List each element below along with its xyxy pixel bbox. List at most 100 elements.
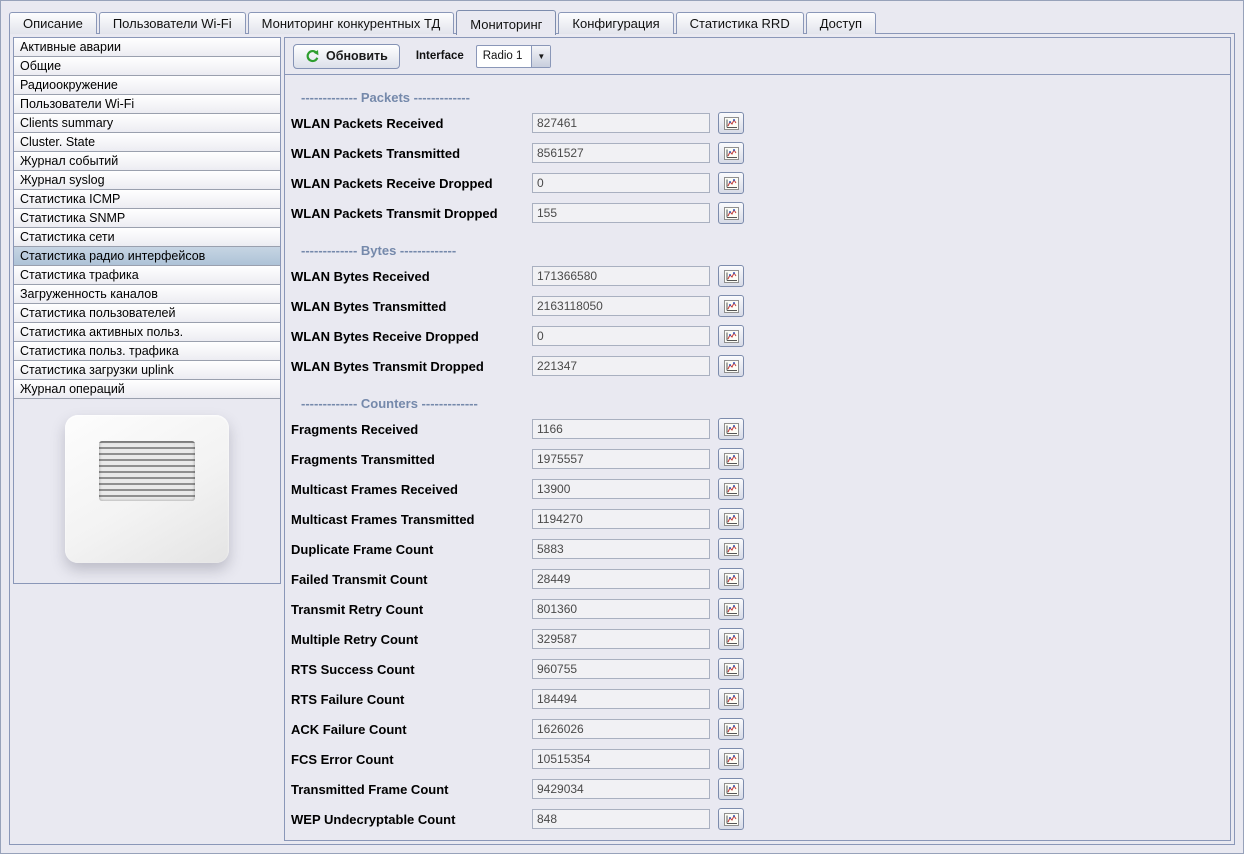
sidebar-item-4[interactable]: Clients summary xyxy=(14,114,280,133)
stat-value-field[interactable] xyxy=(532,203,710,223)
tab-4[interactable]: Конфигурация xyxy=(558,12,673,34)
chart-button[interactable] xyxy=(718,658,744,680)
stat-row: WLAN Bytes Transmit Dropped xyxy=(291,351,1222,381)
stat-value-field[interactable] xyxy=(532,296,710,316)
refresh-button[interactable]: Обновить xyxy=(293,44,400,69)
access-point-image xyxy=(14,399,280,583)
stat-value-field[interactable] xyxy=(532,749,710,769)
sidebar-item-11-selected[interactable]: Статистика радио интерфейсов xyxy=(14,247,280,266)
stat-value-field[interactable] xyxy=(532,599,710,619)
stat-value-field[interactable] xyxy=(532,449,710,469)
chart-button[interactable] xyxy=(718,325,744,347)
sidebar-item-7[interactable]: Журнал syslog xyxy=(14,171,280,190)
sidebar-item-0[interactable]: Активные аварии xyxy=(14,38,280,57)
stat-value-field[interactable] xyxy=(532,509,710,529)
sidebar-item-17[interactable]: Статистика загрузки uplink xyxy=(14,361,280,380)
sidebar-item-8[interactable]: Статистика ICMP xyxy=(14,190,280,209)
sidebar-item-6[interactable]: Журнал событий xyxy=(14,152,280,171)
stat-label: WLAN Packets Transmit Dropped xyxy=(291,206,532,221)
sidebar-item-5[interactable]: Cluster. State xyxy=(14,133,280,152)
stat-value-field[interactable] xyxy=(532,326,710,346)
stat-label: ACK Failure Count xyxy=(291,722,532,737)
tab-5[interactable]: Статистика RRD xyxy=(676,12,804,34)
stat-value-field[interactable] xyxy=(532,689,710,709)
stat-value-field[interactable] xyxy=(532,356,710,376)
stat-row: ACK Failure Count xyxy=(291,714,1222,744)
chart-icon xyxy=(724,483,739,496)
chart-button[interactable] xyxy=(718,478,744,500)
chart-button[interactable] xyxy=(718,142,744,164)
chart-button[interactable] xyxy=(718,778,744,800)
section-title: ------------- Counters ------------- xyxy=(301,396,1222,411)
chart-icon xyxy=(724,330,739,343)
sidebar-item-15[interactable]: Статистика активных польз. xyxy=(14,323,280,342)
interface-select[interactable]: Radio 1 ▼ xyxy=(476,45,552,68)
chart-button[interactable] xyxy=(718,265,744,287)
chevron-down-icon[interactable]: ▼ xyxy=(531,46,550,67)
chart-button[interactable] xyxy=(718,112,744,134)
stat-value-field[interactable] xyxy=(532,779,710,799)
stat-label: RTS Failure Count xyxy=(291,692,532,707)
device-body xyxy=(65,415,229,563)
stat-value-field[interactable] xyxy=(532,539,710,559)
tab-2[interactable]: Мониторинг конкурентных ТД xyxy=(248,12,455,34)
tab-0[interactable]: Описание xyxy=(9,12,97,34)
chart-button[interactable] xyxy=(718,355,744,377)
stat-value-field[interactable] xyxy=(532,659,710,679)
stat-label: WLAN Packets Received xyxy=(291,116,532,131)
tab-6[interactable]: Доступ xyxy=(806,12,876,34)
chart-button[interactable] xyxy=(718,568,744,590)
stat-value-field[interactable] xyxy=(532,809,710,829)
stat-row: Multicast Frames Received xyxy=(291,474,1222,504)
stat-value-field[interactable] xyxy=(532,719,710,739)
chart-button[interactable] xyxy=(718,448,744,470)
sidebar-item-16[interactable]: Статистика польз. трафика xyxy=(14,342,280,361)
chart-button[interactable] xyxy=(718,508,744,530)
sidebar-item-12[interactable]: Статистика трафика xyxy=(14,266,280,285)
chart-button[interactable] xyxy=(718,295,744,317)
chart-icon xyxy=(724,573,739,586)
sidebar-item-9[interactable]: Статистика SNMP xyxy=(14,209,280,228)
sidebar-item-2[interactable]: Радиоокружение xyxy=(14,76,280,95)
stat-row: Failed Transmit Count xyxy=(291,564,1222,594)
stat-value-field[interactable] xyxy=(532,143,710,163)
stat-value-field[interactable] xyxy=(532,569,710,589)
chart-button[interactable] xyxy=(718,748,744,770)
stat-label: WLAN Bytes Transmitted xyxy=(291,299,532,314)
stat-value-field[interactable] xyxy=(532,629,710,649)
tab-1[interactable]: Пользователи Wi-Fi xyxy=(99,12,246,34)
chart-button[interactable] xyxy=(718,598,744,620)
chart-icon xyxy=(724,543,739,556)
sidebar-item-14[interactable]: Статистика пользователей xyxy=(14,304,280,323)
stat-row: Transmit Retry Count xyxy=(291,594,1222,624)
stat-label: Transmitted Frame Count xyxy=(291,782,532,797)
sidebar-item-13[interactable]: Загруженность каналов xyxy=(14,285,280,304)
toolbar: Обновить Interface Radio 1 ▼ xyxy=(285,38,1230,75)
stat-row: WLAN Bytes Received xyxy=(291,261,1222,291)
sidebar-item-10[interactable]: Статистика сети xyxy=(14,228,280,247)
stats-panel: ------------- Packets -------------WLAN … xyxy=(285,75,1230,840)
stat-row: RTS Success Count xyxy=(291,654,1222,684)
stat-value-field[interactable] xyxy=(532,173,710,193)
stat-value-field[interactable] xyxy=(532,419,710,439)
tab-3-selected[interactable]: Мониторинг xyxy=(456,10,556,35)
chart-button[interactable] xyxy=(718,172,744,194)
stat-row: Multiple Retry Count xyxy=(291,624,1222,654)
sidebar-item-1[interactable]: Общие xyxy=(14,57,280,76)
sidebar-item-18[interactable]: Журнал операций xyxy=(14,380,280,399)
section-title: ------------- Bytes ------------- xyxy=(301,243,1222,258)
chart-icon xyxy=(724,603,739,616)
stat-value-field[interactable] xyxy=(532,113,710,133)
chart-button[interactable] xyxy=(718,418,744,440)
stat-value-field[interactable] xyxy=(532,266,710,286)
stat-value-field[interactable] xyxy=(532,479,710,499)
interface-label: Interface xyxy=(416,50,464,62)
chart-button[interactable] xyxy=(718,688,744,710)
chart-button[interactable] xyxy=(718,718,744,740)
sidebar-item-3[interactable]: Пользователи Wi-Fi xyxy=(14,95,280,114)
chart-button[interactable] xyxy=(718,538,744,560)
stat-label: Transmit Retry Count xyxy=(291,602,532,617)
chart-button[interactable] xyxy=(718,628,744,650)
chart-button[interactable] xyxy=(718,202,744,224)
chart-button[interactable] xyxy=(718,808,744,830)
